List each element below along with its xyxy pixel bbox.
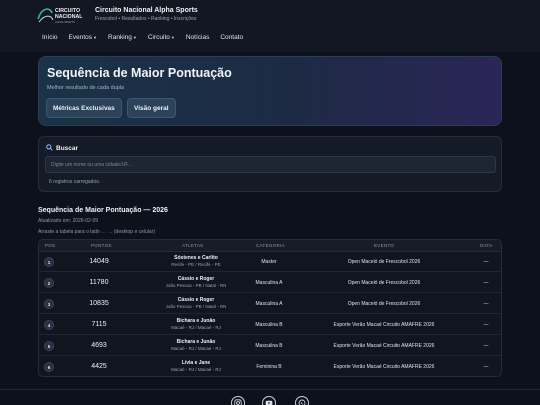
logo-text-2: NACIONAL [55, 14, 83, 20]
chevron-down-icon: ▼ [132, 35, 137, 40]
athletes-location: João Pessoa - PB / Natal - RN [165, 283, 227, 288]
search-card: Buscar 6 registros carregados. [38, 136, 502, 192]
nav-item-label: Eventos [68, 34, 93, 41]
instagram-icon[interactable] [231, 396, 245, 405]
hero-card: Sequência de Maior Pontuação Melhor resu… [38, 56, 502, 126]
position-badge: 6 [44, 362, 54, 372]
date-cell: — [483, 322, 489, 328]
table-header: POS PONTOS ATLETAS CATEGORIA EVENTO DATA [39, 240, 501, 252]
points-cell: 14049 [89, 258, 109, 265]
scroll-hint: Arraste a tabela para o lado ← → (deskto… [38, 229, 156, 235]
youtube-icon[interactable] [262, 396, 276, 405]
ranking-table[interactable]: POS PONTOS ATLETAS CATEGORIA EVENTO DATA… [38, 239, 502, 377]
points-cell: 11780 [89, 279, 109, 286]
date-cell: — [483, 343, 489, 349]
main-nav: Início Eventos ▼ Ranking ▼ Circuito ▼ Notíc… [42, 34, 243, 41]
footer-divider [0, 389, 540, 390]
position-badge: 4 [44, 320, 54, 330]
position-badge: 3 [44, 299, 54, 309]
records-count: 6 registros carregados. [49, 179, 101, 185]
points-cell: 10835 [89, 300, 109, 307]
section-title: Sequência de Maior Pontuação — 2026 [38, 207, 168, 214]
nav-item-inicio[interactable]: Início [42, 34, 58, 41]
athletes-name: Cássio e Roger [177, 297, 215, 303]
brand-subtitle: Frescobol • Resultados • Ranking • Inscr… [95, 16, 197, 22]
date-cell: — [483, 364, 489, 370]
search-input[interactable] [45, 156, 496, 173]
page-subtitle: Melhor resultado de cada dupla [47, 85, 125, 91]
page-title: Sequência de Maior Pontuação [47, 66, 232, 80]
nav-item-label: Notícias [185, 34, 210, 41]
category-cell: Masculina A [255, 301, 283, 307]
category-cell: Master [261, 259, 277, 265]
athletes-location: Recife - PE / Recife - PE [171, 262, 221, 267]
athletes-name: Lívia e Jane [181, 360, 211, 366]
nav-item-noticias[interactable]: Notícias [186, 34, 209, 41]
points-cell: 7115 [91, 321, 107, 328]
nav-item-eventos[interactable]: Eventos ▼ [69, 34, 97, 41]
athletes-name: Bichara e Junão [176, 339, 216, 345]
nav-item-label: Circuito [147, 34, 170, 41]
table-row[interactable]: 6 4425 Lívia e Jane Macaé - RJ / Macaé -… [39, 357, 501, 376]
table-row[interactable]: 2 11780 Cássio e Roger João Pessoa - PB … [39, 273, 501, 293]
athletes-location: Macaé - RJ / Macaé - RJ [171, 325, 221, 330]
nav-item-label: Início [42, 34, 58, 41]
search-heading: Buscar [46, 144, 78, 153]
event-cell: Esporte Verão Macaé Circuito AMAFRE 2026 [333, 322, 435, 328]
points-cell: 4425 [91, 363, 107, 370]
search-icon [46, 144, 53, 153]
points-cell: 4693 [91, 342, 107, 349]
table-row[interactable]: 4 7115 Bichara e Junão Macaé - RJ / Maca… [39, 315, 501, 335]
col-points-header: PONTOS [91, 243, 112, 248]
table-row[interactable]: 5 4693 Bichara e Junão Macaé - RJ / Maca… [39, 336, 501, 356]
col-category-header: CATEGORIA [256, 243, 285, 248]
brand-logo[interactable]: CIRCUITO NACIONAL ALPHA SPORTS [36, 5, 88, 25]
col-athletes-header: ATLETAS [182, 243, 204, 248]
category-cell: Masculina B [255, 322, 283, 328]
date-cell: — [483, 259, 489, 265]
overview-button[interactable]: Visão geral [127, 98, 176, 118]
date-cell: — [483, 301, 489, 307]
nav-item-label: Ranking [108, 34, 132, 41]
category-cell: Masculina A [255, 280, 283, 286]
table-row[interactable]: 3 10835 Cássio e Roger João Pessoa - PB … [39, 294, 501, 314]
event-cell: Open Maceió de Frescobol 2026 [347, 301, 421, 307]
athletes-name: Sóstenes e Carlito [174, 255, 218, 261]
event-cell: Open Maceió de Frescobol 2026 [347, 259, 421, 265]
table-row[interactable]: 1 14049 Sóstenes e Carlito Recife - PE /… [39, 252, 501, 272]
event-cell: Esporte Verão Macaé Circuito AMAFRE 2026 [333, 343, 435, 349]
athletes-location: João Pessoa - PB / Natal - RN [165, 304, 227, 309]
athletes-location: Macaé - RJ / Macaé - RJ [171, 367, 221, 372]
athletes-name: Cássio e Roger [177, 276, 215, 282]
athletes-location: Macaé - RJ / Macaé - RJ [171, 346, 221, 351]
chevron-down-icon: ▼ [93, 35, 98, 40]
position-badge: 1 [44, 257, 54, 267]
category-cell: Feminina B [256, 364, 282, 370]
event-cell: Open Maceió de Frescobol 2026 [347, 280, 421, 286]
exclusive-metrics-button[interactable]: Métricas Exclusivas [46, 98, 122, 118]
nav-item-contato[interactable]: Contato [220, 34, 243, 41]
category-cell: Masculina B [255, 343, 283, 349]
event-cell: Esporte Verão Macaé Circuito AMAFRE 2026 [333, 364, 435, 370]
date-cell: — [483, 280, 489, 286]
nav-item-label: Contato [220, 34, 244, 41]
col-date-header: DATA [480, 243, 493, 248]
nav-item-ranking[interactable]: Ranking ▼ [108, 34, 137, 41]
whatsapp-icon[interactable] [295, 396, 309, 405]
search-title: Buscar [56, 145, 79, 152]
chevron-down-icon: ▼ [170, 35, 175, 40]
logo-text-3: ALPHA SPORTS [55, 20, 75, 24]
col-event-header: EVENTO [374, 243, 395, 248]
brand-title: Circuito Nacional Alpha Sports [95, 7, 198, 14]
position-badge: 2 [44, 278, 54, 288]
nav-item-circuito[interactable]: Circuito ▼ [148, 34, 175, 41]
updated-date: Atualizado em: 2026-02-09 [38, 218, 99, 224]
col-pos-header: POS [45, 243, 56, 248]
top-bar: CIRCUITO NACIONAL ALPHA SPORTS Circuito … [0, 0, 540, 52]
position-badge: 5 [44, 341, 54, 351]
athletes-name: Bichara e Junão [176, 318, 216, 324]
